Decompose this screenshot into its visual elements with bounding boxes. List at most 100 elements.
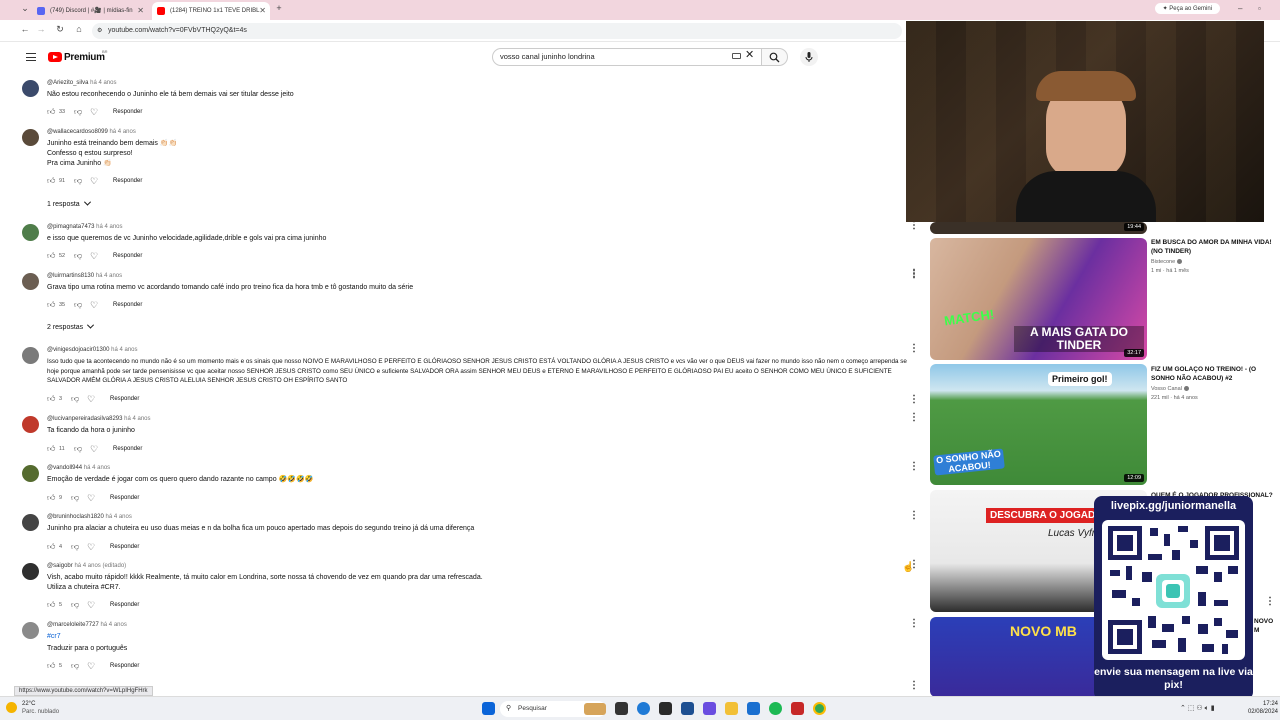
edge-icon[interactable] — [637, 702, 650, 715]
close-tab-icon[interactable]: ✕ — [137, 2, 144, 20]
comment-time[interactable]: há 4 anos — [96, 224, 122, 230]
more-options-icon[interactable]: ⋮ — [909, 462, 919, 472]
heart-icon[interactable]: ♡ — [87, 493, 95, 504]
app-icon[interactable] — [703, 702, 716, 715]
avatar[interactable] — [22, 224, 39, 241]
maximize-icon[interactable]: ▫ — [1258, 4, 1261, 13]
tab-discord[interactable]: (749) Discord | #🎥 | mídias-fin ✕ — [32, 2, 148, 20]
more-options-icon[interactable]: ⋮ — [909, 511, 919, 521]
app-icon[interactable] — [791, 702, 804, 715]
reply-button[interactable]: Responder — [113, 178, 142, 184]
comment-time[interactable]: há 4 anos — [100, 622, 126, 628]
avatar[interactable] — [22, 273, 39, 290]
dislike-icon[interactable]: 👎︎ — [71, 542, 79, 552]
translate-link[interactable]: Traduzir para o português — [47, 644, 917, 654]
reply-button[interactable]: Responder — [113, 253, 142, 259]
heart-icon[interactable]: ♡ — [87, 394, 95, 405]
heart-icon[interactable]: ♡ — [87, 600, 95, 611]
heart-icon[interactable]: ♡ — [87, 661, 95, 672]
like-icon[interactable]: 👍︎ — [47, 107, 55, 117]
comment-author[interactable]: @lucivanpereiradasilva8293 — [47, 416, 122, 422]
like-icon[interactable]: 👍︎ — [47, 394, 55, 404]
comment-time[interactable]: há 4 anos — [96, 273, 122, 279]
like-icon[interactable]: 👍︎ — [47, 493, 55, 503]
heart-icon[interactable]: ♡ — [90, 176, 98, 187]
gemini-button[interactable]: ✦ Peça ao Gemini — [1154, 3, 1220, 14]
more-options-icon[interactable]: ⋮ — [909, 269, 919, 279]
video-title[interactable]: EM BUSCA DO AMOR DA MINHA VIDA! (NO TIND… — [1151, 238, 1273, 256]
like-icon[interactable]: 👍︎ — [47, 176, 55, 186]
close-tab-icon[interactable]: ✕ — [259, 2, 266, 20]
heart-icon[interactable]: ♡ — [90, 107, 98, 118]
weather-widget[interactable]: 22°C Parc. nublado — [6, 700, 59, 716]
comment-time[interactable]: há 4 anos — [109, 129, 135, 135]
comment-time[interactable]: há 4 anos (editado) — [74, 563, 126, 569]
hashtag-link[interactable]: #cr7 — [47, 632, 917, 642]
video-title[interactable]: NOVO M — [1254, 617, 1274, 635]
dislike-icon[interactable]: 👎︎ — [74, 444, 82, 454]
premium-logo-text[interactable]: Premium — [64, 52, 105, 63]
back-icon[interactable]: ← — [18, 24, 32, 34]
more-options-icon[interactable]: ⋮ — [909, 344, 919, 354]
comment-time[interactable]: há 4 anos — [105, 514, 131, 520]
avatar[interactable] — [22, 347, 39, 364]
video-channel[interactable]: Bistecone — [1151, 259, 1183, 265]
comment-author[interactable]: @marceloleite7727 — [47, 622, 99, 628]
avatar[interactable] — [22, 622, 39, 639]
reply-button[interactable]: Responder — [110, 602, 139, 608]
voice-search-button[interactable] — [800, 48, 818, 66]
tab-list-icon[interactable]: ⌄ — [18, 3, 32, 14]
site-info-icon[interactable]: ⚙ — [97, 23, 102, 39]
reload-icon[interactable]: ↻ — [53, 24, 67, 35]
youtube-logo-icon[interactable] — [48, 52, 62, 62]
app-icon[interactable] — [747, 702, 760, 715]
more-options-icon[interactable]: ⋮ — [909, 395, 919, 405]
task-view-icon[interactable] — [615, 702, 628, 715]
reply-button[interactable]: Responder — [110, 396, 139, 402]
dislike-icon[interactable]: 👎︎ — [74, 300, 82, 310]
chrome-icon[interactable] — [813, 702, 826, 715]
avatar[interactable] — [22, 514, 39, 531]
reply-button[interactable]: Responder — [113, 302, 142, 308]
comment-time[interactable]: há 4 anos — [84, 465, 110, 471]
more-options-icon[interactable]: ⋮ — [909, 681, 919, 691]
like-icon[interactable]: 👍︎ — [47, 661, 55, 671]
dislike-icon[interactable]: 👎︎ — [74, 176, 82, 186]
more-options-icon[interactable]: ⋮ — [909, 413, 919, 423]
reply-button[interactable]: Responder — [113, 109, 142, 115]
reply-button[interactable]: Responder — [113, 446, 142, 452]
comment-author[interactable]: @bruninhoclash1820 — [47, 514, 104, 520]
file-explorer-icon[interactable] — [725, 702, 738, 715]
store-icon[interactable] — [681, 702, 694, 715]
comment-author[interactable]: @saigobr — [47, 563, 73, 569]
more-options-icon[interactable]: ⋮ — [909, 619, 919, 629]
like-icon[interactable]: 👍︎ — [47, 300, 55, 310]
like-icon[interactable]: 👍︎ — [47, 444, 55, 454]
app-icon[interactable] — [659, 702, 672, 715]
avatar[interactable] — [22, 563, 39, 580]
search-button[interactable] — [762, 48, 788, 66]
url-field[interactable]: ⚙ youtube.com/watch?v=0FVbVTHQ2yQ&t=4s — [92, 23, 902, 39]
more-options-icon[interactable]: ⋮ — [1265, 597, 1275, 607]
video-thumbnail[interactable]: Primeiro gol! O SONHO NÃO ACABOU! 12:09 — [930, 364, 1147, 485]
like-icon[interactable]: 👍︎ — [47, 251, 55, 261]
comment-author[interactable]: @wallacecardoso8099 — [47, 129, 108, 135]
more-options-icon[interactable]: ⋮ — [909, 221, 919, 231]
menu-icon[interactable] — [26, 53, 36, 61]
comment-time[interactable]: há 4 anos — [90, 80, 116, 86]
keyboard-icon[interactable] — [732, 53, 741, 59]
comment-author[interactable]: @vandoll944 — [47, 465, 82, 471]
dislike-icon[interactable]: 👎︎ — [71, 394, 79, 404]
comment-author[interactable]: @luirmartins8130 — [47, 273, 94, 279]
comment-author[interactable]: @Ariezito_silva — [47, 80, 88, 86]
video-thumbnail[interactable]: 19:44 — [930, 222, 1147, 234]
tab-youtube[interactable]: (1284) TREINO 1x1 TEVE DRIBL ✕ — [152, 2, 270, 20]
forward-icon[interactable]: → — [34, 24, 48, 34]
dislike-icon[interactable]: 👎︎ — [74, 251, 82, 261]
dislike-icon[interactable]: 👎︎ — [71, 600, 79, 610]
heart-icon[interactable]: ♡ — [90, 251, 98, 262]
clock[interactable]: 17:24 02/08/2024 — [1248, 700, 1278, 716]
heart-icon[interactable]: ♡ — [90, 300, 98, 311]
dislike-icon[interactable]: 👎︎ — [71, 661, 79, 671]
show-replies-button[interactable]: 2 respostas — [47, 321, 95, 331]
